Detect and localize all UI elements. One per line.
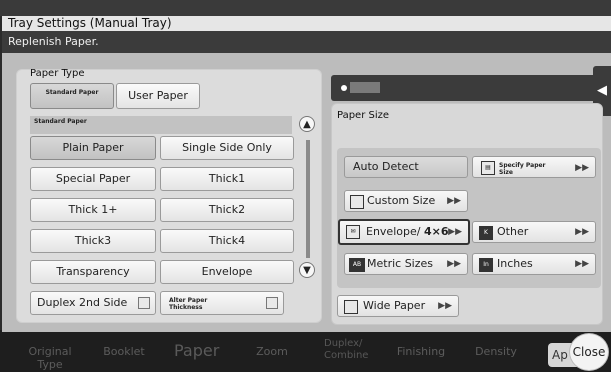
wide-paper-button[interactable]: Wide Paper ▶▶	[337, 295, 459, 317]
other-button[interactable]: K Other ▶▶	[472, 221, 596, 243]
bg-tab-original-type: Original Type	[28, 345, 72, 371]
paper-type-transparency[interactable]: Transparency	[30, 260, 156, 284]
wide-paper-icon	[344, 300, 358, 314]
other-label: Other	[497, 225, 529, 238]
envelope-label: Envelope/	[366, 225, 421, 238]
tab-standard-paper[interactable]: Standard Paper	[30, 83, 114, 109]
close-button[interactable]: Close	[569, 333, 609, 371]
tray-indicator-value	[350, 82, 380, 93]
bg-tab-density: Density	[475, 345, 517, 358]
inches-icon: In	[479, 258, 493, 272]
bg-tab-paper: Paper	[174, 341, 220, 360]
paper-size-label: Paper Size	[337, 110, 390, 121]
auto-detect-label: Auto Detect	[353, 160, 419, 173]
bg-tab-booklet: Booklet	[103, 345, 145, 358]
envelope-button[interactable]: ✉ Envelope/ 4×6 ▶▶	[338, 219, 470, 245]
envelope-icon: ✉	[346, 225, 360, 239]
specify-size-icon: ▤	[481, 161, 495, 175]
scrollbar-track[interactable]	[306, 140, 310, 258]
metric-sizes-icon: AB	[349, 258, 365, 272]
tab-user-paper[interactable]: User Paper	[116, 83, 200, 109]
metric-sizes-button[interactable]: AB Metric Sizes ▶▶	[344, 253, 468, 275]
custom-size-button[interactable]: Custom Size ▶▶	[344, 190, 468, 212]
background-tab-bar	[0, 330, 611, 372]
wide-paper-arrow-icon: ▶▶	[438, 301, 452, 311]
custom-size-arrow-icon: ▶▶	[447, 196, 461, 206]
paper-type-thick2[interactable]: Thick2	[160, 198, 294, 222]
inches-button[interactable]: In Inches ▶▶	[472, 253, 596, 275]
specify-paper-size-label: Specify Paper Size	[499, 162, 546, 176]
inches-arrow-icon: ▶▶	[575, 259, 589, 269]
paper-type-thick1[interactable]: Thick1	[160, 167, 294, 191]
paper-type-envelope[interactable]: Envelope	[160, 260, 294, 284]
metric-sizes-arrow-icon: ▶▶	[447, 259, 461, 269]
scroll-down-icon[interactable]: ▼	[299, 262, 315, 278]
paper-type-special-paper[interactable]: Special Paper	[30, 167, 156, 191]
inches-label: Inches	[497, 257, 533, 270]
scroll-up-icon[interactable]: ▲	[299, 116, 315, 132]
paper-type-plain-paper[interactable]: Plain Paper	[30, 136, 156, 160]
status-message: Replenish Paper.	[2, 31, 611, 53]
specify-arrow-icon: ▶▶	[575, 163, 589, 173]
paper-type-single-side-only[interactable]: Single Side Only	[160, 136, 294, 160]
sub-header-standard-paper: Standard Paper	[30, 116, 292, 134]
duplex-2nd-side-button[interactable]: Duplex 2nd Side	[30, 291, 156, 315]
alter-paper-thickness-label: Alter Paper Thickness	[169, 297, 208, 311]
background-header	[0, 0, 611, 16]
other-arrow-icon: ▶▶	[575, 227, 589, 237]
custom-size-icon	[350, 195, 364, 209]
duplex-checkbox-icon	[138, 297, 150, 309]
paper-type-thick4[interactable]: Thick4	[160, 229, 294, 253]
wide-paper-label: Wide Paper	[363, 299, 426, 312]
auto-detect-button[interactable]: Auto Detect	[344, 156, 468, 178]
envelope-size-label: 4×6	[424, 225, 449, 238]
other-icon: K	[479, 226, 493, 240]
bg-tab-finishing: Finishing	[396, 345, 446, 358]
dialog-title: Tray Settings (Manual Tray)	[2, 16, 611, 31]
bg-tab-duplex-combine: Duplex/ Combine	[324, 338, 369, 361]
custom-size-label: Custom Size	[367, 194, 436, 207]
duplex-2nd-side-label: Duplex 2nd Side	[37, 296, 128, 309]
bg-tab-zoom: Zoom	[256, 345, 288, 358]
tray-indicator-icon	[341, 85, 347, 91]
alter-paper-thickness-button[interactable]: Alter Paper Thickness	[160, 291, 284, 315]
paper-type-label: Paper Type	[30, 68, 85, 79]
metric-sizes-label: Metric Sizes	[367, 257, 434, 270]
alter-thickness-checkbox-icon	[266, 297, 278, 309]
paper-type-thick1-plus[interactable]: Thick 1+	[30, 198, 156, 222]
paper-type-thick3[interactable]: Thick3	[30, 229, 156, 253]
specify-paper-size-button[interactable]: ▤ Specify Paper Size ▶▶	[472, 156, 596, 178]
envelope-arrow-icon: ▶▶	[448, 227, 462, 237]
